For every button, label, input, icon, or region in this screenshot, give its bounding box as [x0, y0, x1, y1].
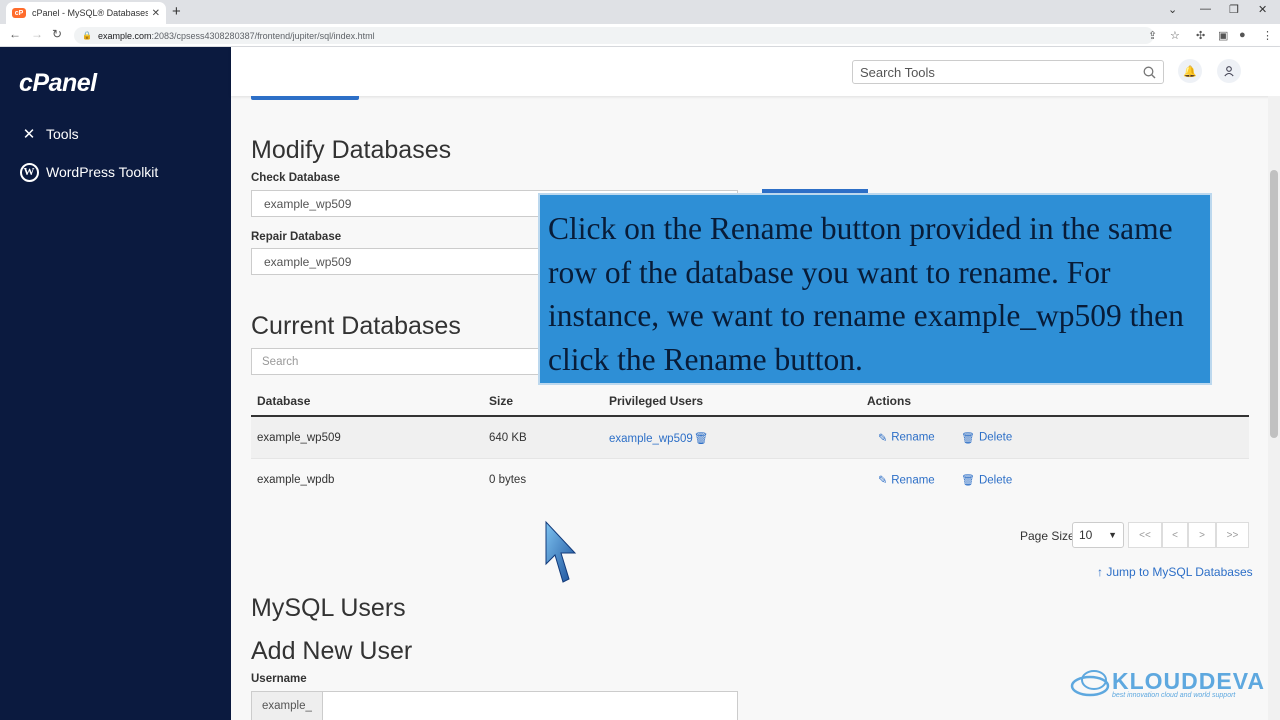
page-size-select[interactable]: 10 ▼ [1072, 522, 1124, 548]
database-name: example_wpdb [257, 474, 335, 486]
delete-button[interactable]: 🗑 Delete [961, 431, 1013, 445]
tab-title: cPanel - MySQL® Databases [32, 8, 148, 18]
sidebar-item-wordpress-toolkit[interactable]: W WordPress Toolkit [19, 162, 158, 182]
url-field[interactable]: 🔒 example.com:2083/cpsess4308280387/fron… [74, 27, 1154, 44]
username-label: Username [251, 673, 307, 685]
username-field[interactable]: example_ [251, 691, 738, 720]
minimize-icon[interactable]: — [1200, 3, 1211, 15]
side-panel-icon[interactable]: ▣ [1218, 29, 1228, 42]
notifications-bell-icon[interactable]: 🔔 [1178, 59, 1202, 83]
search-icon [1143, 66, 1156, 78]
repair-database-value: example_wp509 [264, 254, 352, 269]
database-search-input[interactable]: Search [251, 348, 541, 375]
database-size: 0 bytes [489, 474, 527, 486]
arrow-up-icon: ↑ [1097, 565, 1107, 579]
cpanel-logo[interactable]: cPanel [19, 69, 97, 98]
first-page-button[interactable]: << [1128, 522, 1162, 548]
klouddeva-watermark: KLOUDDEVA best innovation cloud and worl… [1070, 662, 1275, 702]
sidebar-item-label: WordPress Toolkit [46, 164, 159, 180]
browser-tab[interactable]: cP cPanel - MySQL® Databases ✕ [6, 2, 166, 24]
rename-label: Rename [891, 431, 935, 444]
jump-link-label: Jump to MySQL Databases [1106, 565, 1253, 579]
reload-icon[interactable]: ↻ [52, 27, 62, 41]
maximize-icon[interactable]: ❐ [1229, 3, 1239, 16]
page-size-value: 10 [1079, 528, 1093, 542]
browser-tab-bar: cP cPanel - MySQL® Databases ✕ + ⌄ — ❐ ✕ [0, 0, 1280, 24]
last-page-button[interactable]: >> [1216, 522, 1249, 548]
previous-page-button[interactable]: < [1162, 522, 1188, 548]
search-tools-placeholder: Search Tools [860, 64, 935, 80]
pencil-icon: ✎ [878, 432, 888, 444]
wordpress-icon: W [19, 162, 39, 182]
rename-label: Rename [891, 474, 935, 486]
search-tools-input[interactable]: Search Tools [852, 60, 1164, 84]
mouse-cursor-icon [545, 520, 577, 583]
check-database-label: Check Database [251, 172, 340, 184]
tab-search-icon[interactable]: ⌄ [1168, 3, 1177, 16]
table-row: example_wpdb 0 bytes ✎ Rename 🗑 Delete [251, 459, 1249, 501]
trash-icon: 🗑 [961, 432, 975, 444]
lock-icon: 🔒 [82, 31, 92, 40]
page-scrollbar[interactable] [1268, 96, 1280, 720]
next-page-button[interactable]: > [1188, 522, 1216, 548]
jump-to-mysql-databases-link[interactable]: ↑ Jump to MySQL Databases [1097, 565, 1253, 579]
new-tab-button[interactable]: + [172, 3, 181, 20]
username-prefix: example_ [252, 692, 323, 720]
sidebar-item-tools[interactable]: ✕ Tools [19, 124, 79, 144]
database-name: example_wp509 [257, 431, 341, 444]
delete-label: Delete [978, 474, 1013, 486]
window-close-icon[interactable]: ✕ [1258, 3, 1267, 16]
page-size-label: Page Size [1020, 529, 1075, 543]
tab-close-icon[interactable]: ✕ [152, 8, 160, 19]
check-database-value: example_wp509 [264, 196, 352, 211]
privileged-user-link[interactable]: example_wp509🗑 [609, 431, 708, 445]
profile-icon[interactable]: ● [1239, 29, 1246, 41]
mysql-users-title: MySQL Users [251, 594, 406, 622]
current-databases-table: Database Size Privileged Users Actions e… [251, 386, 1249, 501]
user-account-icon[interactable] [1217, 59, 1241, 83]
sidebar: cPanel ✕ Tools W WordPress Toolkit [0, 47, 231, 720]
column-header-actions: Actions [867, 393, 912, 408]
column-header-size[interactable]: Size [489, 394, 513, 408]
tutorial-callout: Click on the Rename button provided in t… [538, 193, 1212, 385]
delete-label: Delete [978, 431, 1013, 444]
database-search-placeholder: Search [262, 355, 299, 368]
scrollbar-thumb[interactable] [1270, 170, 1278, 438]
column-header-privileged-users: Privileged Users [609, 393, 704, 408]
bookmark-star-icon[interactable]: ☆ [1170, 29, 1180, 42]
current-databases-title: Current Databases [251, 312, 461, 340]
cpanel-favicon-icon: cP [12, 8, 26, 18]
repair-database-label: Repair Database [251, 231, 342, 243]
extensions-icon[interactable]: ✣ [1196, 29, 1205, 42]
forward-icon[interactable]: → [31, 27, 43, 41]
top-header: Search Tools 🔔 [231, 47, 1280, 96]
chevron-down-icon: ▼ [1108, 530, 1117, 540]
add-new-user-title: Add New User [251, 637, 413, 665]
watermark-tagline: best innovation cloud and world support [1112, 692, 1236, 699]
pencil-icon: ✎ [878, 474, 888, 487]
revoke-user-trash-icon[interactable]: 🗑 [694, 433, 709, 445]
privileged-user-name: example_wp509 [609, 432, 693, 445]
create-database-button-edge[interactable] [251, 96, 359, 100]
rename-button[interactable]: ✎ Rename [878, 474, 935, 487]
address-bar: ← → ↻ 🔒 example.com:2083/cpsess430828038… [0, 24, 1280, 47]
delete-button[interactable]: 🗑 Delete [961, 474, 1012, 487]
back-icon[interactable]: ← [9, 27, 21, 41]
column-header-database[interactable]: Database [257, 394, 310, 408]
cloud-logo-icon [1070, 670, 1110, 697]
browser-menu-icon[interactable]: ⋮ [1262, 29, 1273, 42]
tools-icon: ✕ [22, 126, 36, 143]
url-host: example.com [97, 30, 152, 41]
rename-button[interactable]: ✎ Rename [878, 431, 935, 445]
table-header: Database Size Privileged Users Actions [251, 386, 1249, 417]
share-icon[interactable]: ⇪ [1148, 29, 1157, 42]
url-path: :2083/cpsess4308280387/frontend/jupiter/… [151, 30, 375, 41]
sidebar-item-label: Tools [46, 126, 79, 142]
trash-icon: 🗑 [961, 474, 975, 487]
watermark-name: KLOUDDEVA [1112, 668, 1265, 694]
modify-databases-title: Modify Databases [251, 136, 452, 164]
database-size: 640 KB [489, 431, 527, 444]
table-row: example_wp509 640 KB example_wp509🗑 ✎ Ren… [251, 417, 1249, 459]
